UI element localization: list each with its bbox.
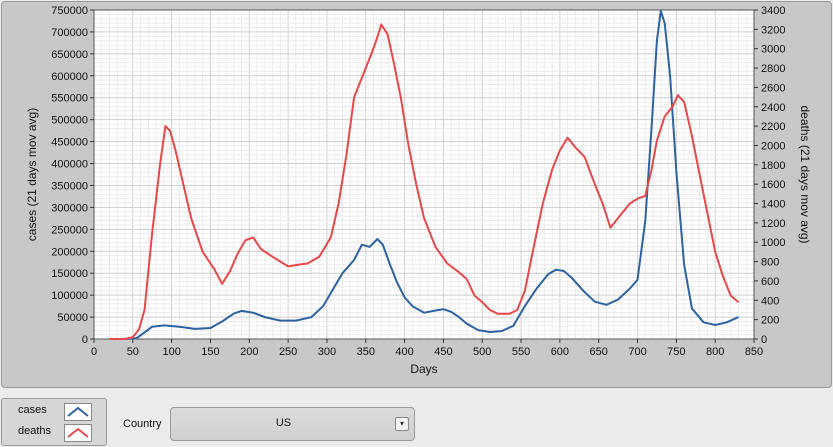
x-tick-label: 300 [318,346,336,358]
chevron-down-icon[interactable]: ▾ [395,417,409,431]
y-left-tick-label: 150000 [51,268,88,280]
y-right-tick-label: 3000 [761,44,785,56]
x-tick-label: 150 [201,346,219,358]
y-left-tick-label: 0 [82,334,88,346]
y-left-tick-label: 200000 [51,246,88,258]
y-left-axis-title: cases (21 days mov avg) [25,108,39,241]
y-right-tick-label: 1000 [761,237,785,249]
y-right-tick-label: 800 [761,257,779,269]
y-left-tick-label: 550000 [51,93,88,105]
x-tick-label: 800 [706,346,724,358]
x-tick-label: 50 [127,346,139,358]
x-tick-label: 450 [434,346,452,358]
y-right-tick-label: 1200 [761,218,785,230]
legend: cases deaths [1,398,107,446]
x-tick-label: 500 [473,346,491,358]
y-right-tick-label: 400 [761,295,779,307]
y-right-tick-label: 2000 [761,140,785,152]
line-chart: 0 50 100 150 200 250 300 350 400 450 500 550 600 650 7… [25,5,812,376]
y-right-tick-label: 1800 [761,160,785,172]
y-right-tick-label: 1600 [761,179,785,191]
y-right-tick-label: 200 [761,315,779,327]
y-left-tick-label: 50000 [57,312,88,324]
x-tick-label: 700 [628,346,646,358]
y-right-tick-label: 2800 [761,63,785,75]
legend-label-deaths: deaths [18,425,52,437]
y-left-tick-label: 100000 [51,290,88,302]
y-left-tick-label: 600000 [51,71,88,83]
y-right-tick-label: 1400 [761,199,785,211]
x-tick-label: 400 [395,346,413,358]
x-tick-label: 650 [590,346,608,358]
y-right-tick-label: 2400 [761,102,785,114]
y-left-tick-label: 500000 [51,115,88,127]
legend-label-cases: cases [18,404,47,416]
y-left-tick-label: 750000 [51,5,88,17]
y-left-tick-label: 650000 [51,49,88,61]
y-right-tick-label: 0 [761,334,767,346]
y-right-tick-label: 600 [761,276,779,288]
country-select[interactable]: US ▾ [170,407,415,441]
y-left-tick-label: 300000 [51,202,88,214]
legend-swatch-deaths [64,424,92,442]
y-right-tick-label: 3200 [761,24,785,36]
legend-item-cases: cases [2,401,106,421]
legend-swatch-cases [64,403,92,421]
y-right-axis-title: deaths (21 days mov avg) [798,105,812,243]
y-left-tick-label: 450000 [51,137,88,149]
x-tick-label: 600 [551,346,569,358]
legend-item-deaths: deaths [2,422,106,442]
y-left-tick-label: 250000 [51,224,88,236]
country-select-value: US [275,417,292,429]
x-tick-label: 100 [162,346,180,358]
y-right-tick-label: 2200 [761,121,785,133]
x-axis-title: Days [410,362,437,376]
y-left-tick-label: 350000 [51,180,88,192]
y-right-tick-label: 2600 [761,82,785,94]
y-left-tick-label: 400000 [51,159,88,171]
y-left-tick-label: 700000 [51,27,88,39]
x-tick-label: 350 [357,346,375,358]
country-label: Country [123,418,162,430]
x-tick-label: 550 [512,346,530,358]
x-tick-label: 250 [279,346,297,358]
x-tick-label: 850 [745,346,763,358]
x-tick-label: 200 [240,346,258,358]
x-tick-label: 750 [667,346,685,358]
y-right-tick-label: 3400 [761,5,785,17]
x-tick-label: 0 [91,346,97,358]
